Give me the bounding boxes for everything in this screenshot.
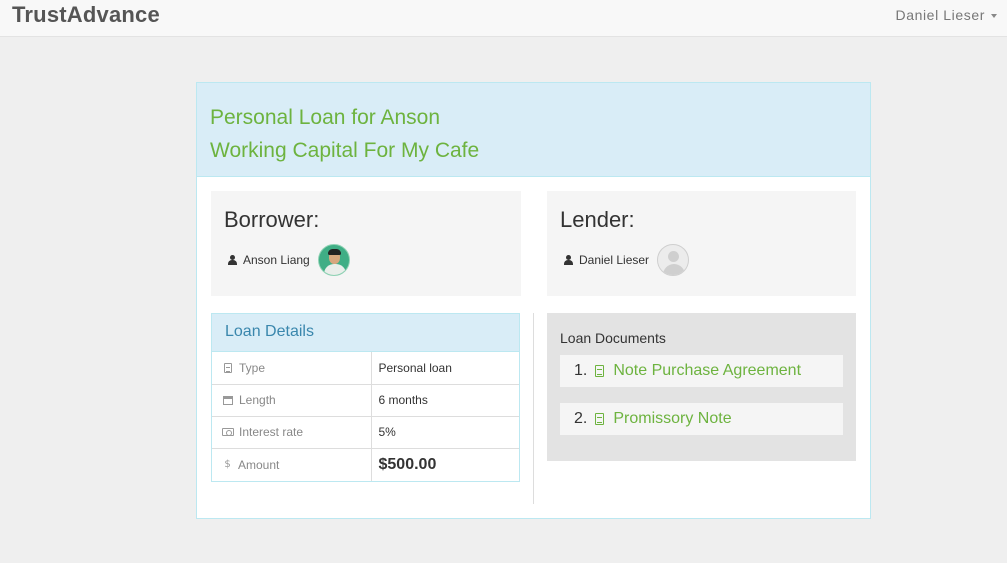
lender-heading: Lender: <box>560 207 635 232</box>
user-menu-dropdown[interactable]: Daniel Lieser <box>895 7 997 23</box>
detail-value-amount: $500.00 <box>378 455 437 473</box>
loan-title-line2: Working Capital For My Cafe <box>210 139 480 162</box>
document-icon <box>224 362 232 373</box>
detail-label-interest: Interest rate <box>239 425 304 439</box>
detail-value-type: Personal loan <box>371 352 519 385</box>
detail-value-length: 6 months <box>371 384 519 417</box>
file-icon <box>595 365 605 377</box>
loan-details-table: Type Personal loan Length 6 months Inter… <box>212 352 519 481</box>
calendar-icon <box>223 395 233 405</box>
loan-panel: Personal Loan for Anson Working Capital … <box>196 82 871 519</box>
detail-label-length: Length <box>239 393 276 407</box>
loan-documents-card: Loan Documents 1. Note Purchase Agreemen… <box>547 313 856 461</box>
loan-details-panel: Loan Details Type Personal loan Length 6… <box>211 313 520 482</box>
lender-name: Daniel Lieser <box>579 253 650 267</box>
table-row: Interest rate 5% <box>212 416 519 449</box>
lender-avatar <box>657 244 690 276</box>
loan-details-heading: Loan Details <box>212 314 519 352</box>
document-number: 1. <box>574 362 588 379</box>
loan-title-line1: Personal Loan for Anson <box>210 106 440 129</box>
borrower-name: Anson Liang <box>243 253 310 267</box>
list-item: 1. Note Purchase Agreement <box>560 355 843 387</box>
loan-documents-heading: Loan Documents <box>560 330 666 346</box>
user-icon <box>228 255 237 265</box>
borrower-heading: Borrower: <box>224 207 320 232</box>
detail-value-interest: 5% <box>371 416 519 449</box>
user-menu-name: Daniel Lieser <box>895 7 985 23</box>
user-icon <box>564 255 573 265</box>
brand-logo[interactable]: TrustAdvance <box>12 2 160 28</box>
caret-down-icon <box>991 14 997 18</box>
dollar-icon: $ <box>224 459 231 471</box>
detail-label-type: Type <box>239 360 266 375</box>
money-icon <box>222 428 234 436</box>
column-divider <box>533 313 534 504</box>
borrower-avatar <box>317 244 350 276</box>
table-row: Type Personal loan <box>212 352 519 385</box>
document-link-note-purchase-agreement[interactable]: Note Purchase Agreement <box>613 362 801 380</box>
table-row: Length 6 months <box>212 384 519 417</box>
borrower-row: Anson Liang <box>228 244 350 276</box>
detail-label-amount: Amount <box>238 457 280 472</box>
list-item: 2. Promissory Note <box>560 403 843 435</box>
document-link-promissory-note[interactable]: Promissory Note <box>613 410 731 428</box>
file-icon <box>595 413 605 425</box>
borrower-card: Borrower: Anson Liang <box>211 191 521 296</box>
table-row: $ Amount $500.00 <box>212 448 519 481</box>
loan-panel-heading: Personal Loan for Anson Working Capital … <box>197 83 870 177</box>
lender-card: Lender: Daniel Lieser <box>547 191 856 296</box>
document-number: 2. <box>574 410 588 427</box>
loan-title: Personal Loan for Anson Working Capital … <box>210 101 479 167</box>
top-navbar: TrustAdvance Daniel Lieser <box>0 0 1007 37</box>
lender-row: Daniel Lieser <box>564 244 690 276</box>
